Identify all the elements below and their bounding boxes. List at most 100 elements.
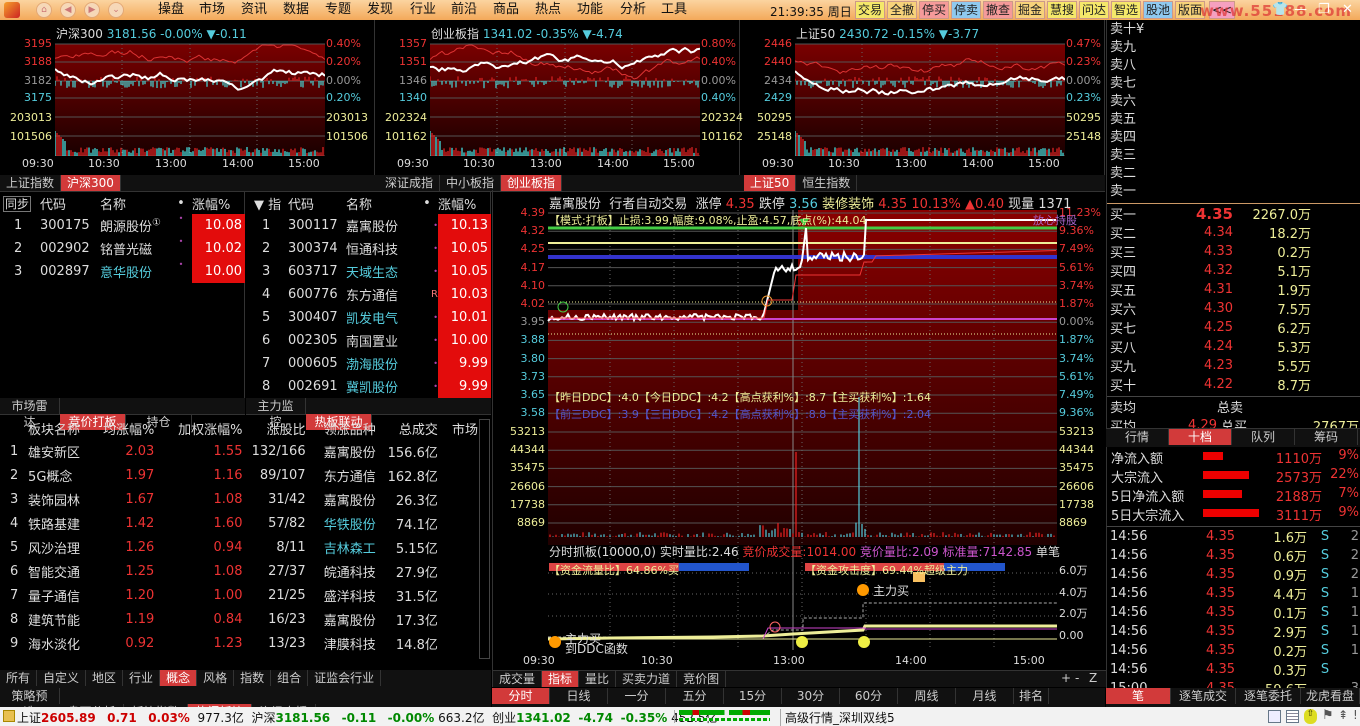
category-tab-8[interactable]: 证监会行业 (308, 670, 382, 686)
period-tab-4[interactable]: 15分 (724, 688, 782, 704)
tick-tab-2[interactable]: 逐笔委托 (1236, 688, 1301, 704)
mini-tab-c-0[interactable]: 上证50 (744, 175, 797, 191)
toolbar-btn-8[interactable]: 智选 (1111, 1, 1142, 19)
sync-button[interactable]: 同步 (3, 195, 32, 212)
sector-row[interactable]: 9 海水淡化 0.92 1.23 13/23 津膜科技 14.8亿 (0, 631, 478, 655)
zoom-btn-2[interactable]: Z (1089, 671, 1097, 685)
hot-row[interactable]: 6 002305 南国置业 • 10.00 (246, 329, 491, 352)
mini-tab-b-2[interactable]: 创业板指 (501, 175, 563, 191)
sub-tab-1[interactable]: 指标 (542, 671, 580, 687)
sub-tab-2[interactable]: 量比 (579, 671, 617, 687)
mini-tab-a-1[interactable]: 沪深300 (61, 175, 121, 191)
menu-功能[interactable]: 功能 (577, 2, 603, 18)
col-market[interactable]: 市场 (438, 417, 478, 439)
right-tab-1[interactable]: 十档 (1169, 429, 1232, 445)
sell-level[interactable]: 卖一 (1110, 183, 1360, 201)
sector-row[interactable]: 3 装饰园林 1.67 1.08 31/42 嘉寓股份 26.3亿 (0, 487, 478, 511)
period-tab-0[interactable]: 分时 (492, 688, 550, 704)
category-tab-7[interactable]: 组合 (271, 670, 309, 686)
server-name[interactable]: 高级行情_深圳双线5 (780, 709, 895, 726)
period-tab-1[interactable]: 日线 (550, 688, 608, 704)
buy-level[interactable]: 买一 4.35 2267.0万 (1107, 204, 1359, 224)
list-icon[interactable] (1286, 710, 1299, 723)
sector-row[interactable]: 1 雄安新区 2.03 1.55 132/166 嘉寓股份 156.6亿 (0, 439, 478, 463)
toolbar-btn-2[interactable]: 停买 (919, 1, 950, 19)
menu-商品[interactable]: 商品 (493, 2, 519, 18)
auction-row[interactable]: 3 002897 意华股份 • 10.00 (0, 260, 245, 283)
zoom-btn-0[interactable]: + (1061, 671, 1071, 685)
buy-level[interactable]: 买三 4.33 0.2万 (1107, 242, 1359, 261)
category-tab-5[interactable]: 风格 (197, 670, 235, 686)
toolbar-btn-6[interactable]: 慧搜 (1047, 1, 1078, 19)
mini-chart-0[interactable]: 沪深300 3181.56 -0.00% ▼-0.11 3195 3188 3182 3… (0, 20, 375, 175)
buy-level[interactable]: 买五 4.31 1.9万 (1107, 280, 1359, 299)
close-icon[interactable]: ✕ (1342, 2, 1353, 17)
hot-tab-0[interactable]: 主力监控 (246, 398, 306, 429)
col-code[interactable]: 代码 (288, 192, 346, 214)
tick-tab-3[interactable]: 龙虎看盘 (1301, 688, 1360, 704)
buy-level[interactable]: 买四 4.32 5.1万 (1107, 261, 1359, 280)
toolbar-btn-0[interactable]: 交易 (855, 1, 886, 19)
home-icon[interactable]: ⌂ (36, 2, 52, 18)
col-name[interactable]: 名称 (346, 192, 416, 214)
alert-icon[interactable]: ! (1353, 708, 1358, 722)
zoom-btn-1[interactable]: - (1075, 671, 1079, 685)
auction-tab-0[interactable]: 市场雷达 (0, 398, 60, 429)
col-sector-name[interactable]: 板块名称 (28, 417, 90, 439)
sector-row[interactable]: 7 量子通信 1.20 1.00 21/25 盛洋科技 31.5亿 (0, 583, 478, 607)
buy-level[interactable]: 买九 4.23 5.5万 (1107, 356, 1359, 375)
up-arrow-icon[interactable]: ⇧ (1304, 709, 1317, 724)
tree-icon[interactable]: ⇞ (1338, 708, 1348, 722)
mini-tab-b-0[interactable]: 深证成指 (379, 175, 441, 191)
menu-分析[interactable]: 分析 (620, 2, 646, 18)
right-tab-0[interactable]: 行情 (1106, 429, 1169, 445)
sort-indicator[interactable]: ▼ 指 (246, 192, 288, 214)
menu-工具[interactable]: 工具 (661, 2, 687, 18)
period-tab-7[interactable]: 周线 (898, 688, 956, 704)
category-tab-6[interactable]: 指数 (234, 670, 272, 686)
buy-level[interactable]: 买六 4.30 7.5万 (1107, 299, 1359, 318)
sell-level[interactable]: 卖七 (1110, 75, 1360, 93)
menu-前沿[interactable]: 前沿 (451, 2, 477, 18)
sector-row[interactable]: 4 铁路基建 1.42 1.60 57/82 华铁股份 74.1亿 (0, 511, 478, 535)
col-weighted-pct[interactable]: 加权涨幅% (154, 417, 242, 439)
mini-chart-2[interactable]: 上证50 2430.72 -0.15% ▼-3.77 2446 2440 2434 24… (740, 20, 1105, 175)
hot-row[interactable]: 2 300374 恒通科技 • 10.05 (246, 237, 491, 260)
toolbar-btn-7[interactable]: 问达 (1079, 1, 1110, 19)
flag-icon[interactable]: ⚑ (1322, 708, 1334, 723)
right-tab-3[interactable]: 筹码 (1295, 429, 1358, 445)
menu-数据[interactable]: 数据 (283, 2, 309, 18)
sub-tab-4[interactable]: 竞价图 (677, 671, 727, 687)
hot-row[interactable]: 3 603717 天域生态 • 10.05 (246, 260, 491, 283)
mini-chart-1[interactable]: 创业板指 1341.02 -0.35% ▼-4.74 1357 1351 1346 13… (375, 20, 743, 175)
col-name[interactable]: 名称 (100, 192, 170, 214)
period-tab-2[interactable]: 一分 (608, 688, 666, 704)
back-icon[interactable]: ◀ (60, 2, 76, 18)
col-code[interactable]: 代码 (40, 192, 100, 214)
sector-row[interactable]: 5 风沙治理 1.26 0.94 8/11 吉林森工 5.15亿 (0, 535, 478, 559)
buy-level[interactable]: 买七 4.25 6.2万 (1107, 318, 1359, 337)
period-tab-5[interactable]: 30分 (782, 688, 840, 704)
period-tab-3[interactable]: 五分 (666, 688, 724, 704)
skin-icon[interactable]: 👕 (1272, 2, 1288, 17)
menu-资讯[interactable]: 资讯 (241, 2, 267, 18)
hot-row[interactable]: 5 300407 凯发电气 • 10.01 (246, 306, 491, 329)
category-tab-2[interactable]: 地区 (86, 670, 124, 686)
sector-scrollbar[interactable] (479, 419, 490, 659)
sector-bottom-tab-0[interactable]: 策略预选 (0, 688, 60, 719)
toolbar-btn-4[interactable]: 撤查 (983, 1, 1014, 19)
category-tab-4[interactable]: 概念 (160, 670, 198, 686)
mini-tab-c-1[interactable]: 恒生指数 (796, 175, 858, 191)
menu-操盘[interactable]: 操盘 (158, 2, 184, 18)
sell-level[interactable]: 卖二 (1110, 165, 1360, 183)
category-tab-1[interactable]: 自定义 (37, 670, 87, 686)
col-pct[interactable]: 涨幅% (192, 192, 245, 214)
right-tab-2[interactable]: 队列 (1232, 429, 1295, 445)
menu-行业[interactable]: 行业 (410, 2, 436, 18)
tick-tab-0[interactable]: 笔 (1106, 688, 1171, 704)
sector-row[interactable]: 8 建筑节能 1.19 0.84 16/23 嘉寓股份 17.3亿 (0, 607, 478, 631)
minimize-icon[interactable]: — (1294, 2, 1307, 17)
mini-tab-a-0[interactable]: 上证指数 (0, 175, 62, 191)
forward-icon[interactable]: ▶ (84, 2, 100, 18)
sell-level[interactable]: 卖三 (1110, 147, 1360, 165)
